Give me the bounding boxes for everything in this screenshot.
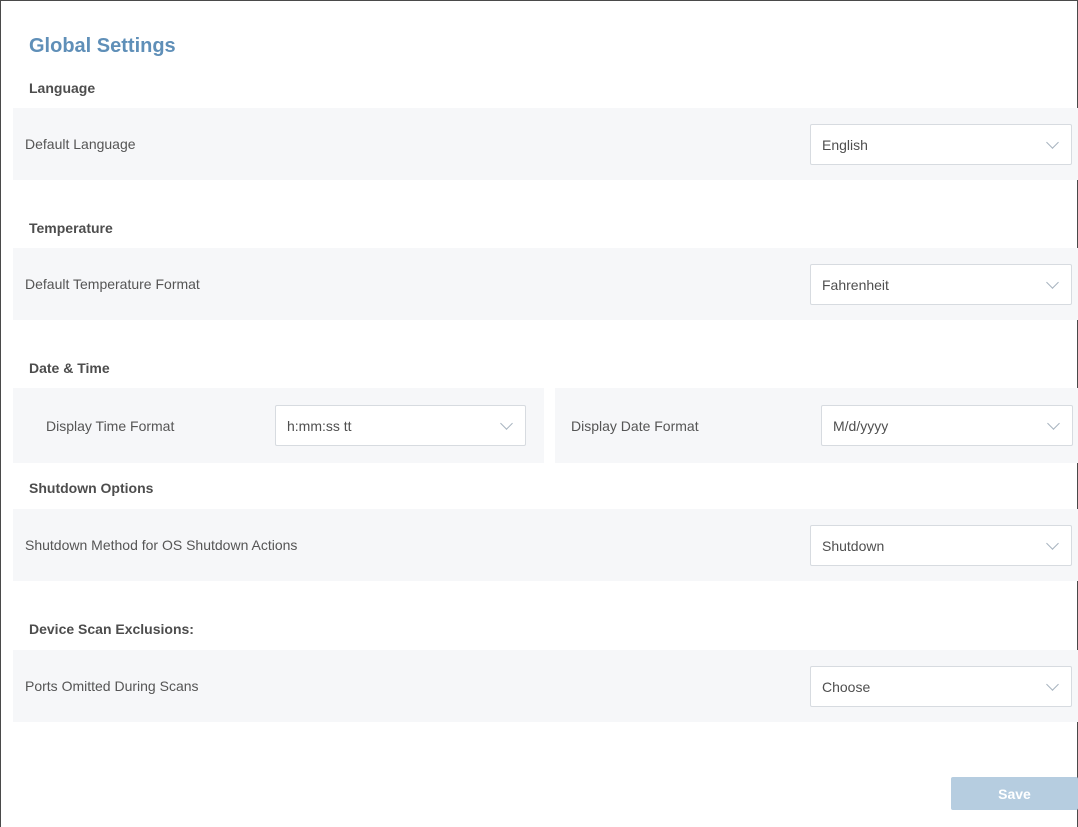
chevron-down-icon <box>1046 135 1059 149</box>
default-temperature-select[interactable]: Fahrenheit <box>810 264 1072 305</box>
row-default-temperature: Default Temperature Format Fahrenheit <box>13 248 1078 320</box>
display-time-format-value: h:mm:ss tt <box>287 417 352 434</box>
page-title: Global Settings <box>29 35 176 57</box>
row-ports-omitted: Ports Omitted During Scans Choose <box>13 650 1078 722</box>
display-date-format-select[interactable]: M/d/yyyy <box>821 405 1073 446</box>
row-display-time-format: Display Time Format h:mm:ss tt <box>13 388 544 463</box>
section-title-date-time: Date & Time <box>29 360 110 376</box>
settings-panel: Global Settings Language Default Languag… <box>0 0 1078 827</box>
ports-omitted-select[interactable]: Choose <box>810 666 1072 707</box>
chevron-down-icon <box>500 416 513 430</box>
section-title-shutdown-options: Shutdown Options <box>29 480 154 496</box>
ports-omitted-value: Choose <box>822 678 871 695</box>
default-language-value: English <box>822 136 868 153</box>
display-date-format-value: M/d/yyyy <box>833 417 889 434</box>
shutdown-method-value: Shutdown <box>822 537 885 554</box>
default-language-select[interactable]: English <box>810 124 1072 165</box>
shutdown-method-label: Shutdown Method for OS Shutdown Actions <box>25 537 298 553</box>
chevron-down-icon <box>1046 536 1059 550</box>
display-time-format-label: Display Time Format <box>46 417 175 434</box>
row-display-date-format: Display Date Format M/d/yyyy <box>555 388 1078 463</box>
section-title-device-scan-exclusions: Device Scan Exclusions: <box>29 621 194 637</box>
save-button[interactable]: Save <box>951 777 1078 810</box>
default-language-label: Default Language <box>25 136 136 152</box>
row-shutdown-method: Shutdown Method for OS Shutdown Actions … <box>13 509 1078 581</box>
ports-omitted-label: Ports Omitted During Scans <box>25 678 199 694</box>
shutdown-method-select[interactable]: Shutdown <box>810 525 1072 566</box>
row-default-language: Default Language English <box>13 108 1078 180</box>
default-temperature-label: Default Temperature Format <box>25 276 200 292</box>
default-temperature-value: Fahrenheit <box>822 276 889 293</box>
chevron-down-icon <box>1047 416 1060 430</box>
chevron-down-icon <box>1046 275 1059 289</box>
chevron-down-icon <box>1046 677 1059 691</box>
section-title-language: Language <box>29 80 96 96</box>
display-date-format-label: Display Date Format <box>571 417 699 434</box>
section-title-temperature: Temperature <box>29 220 113 236</box>
display-time-format-select[interactable]: h:mm:ss tt <box>275 405 526 446</box>
